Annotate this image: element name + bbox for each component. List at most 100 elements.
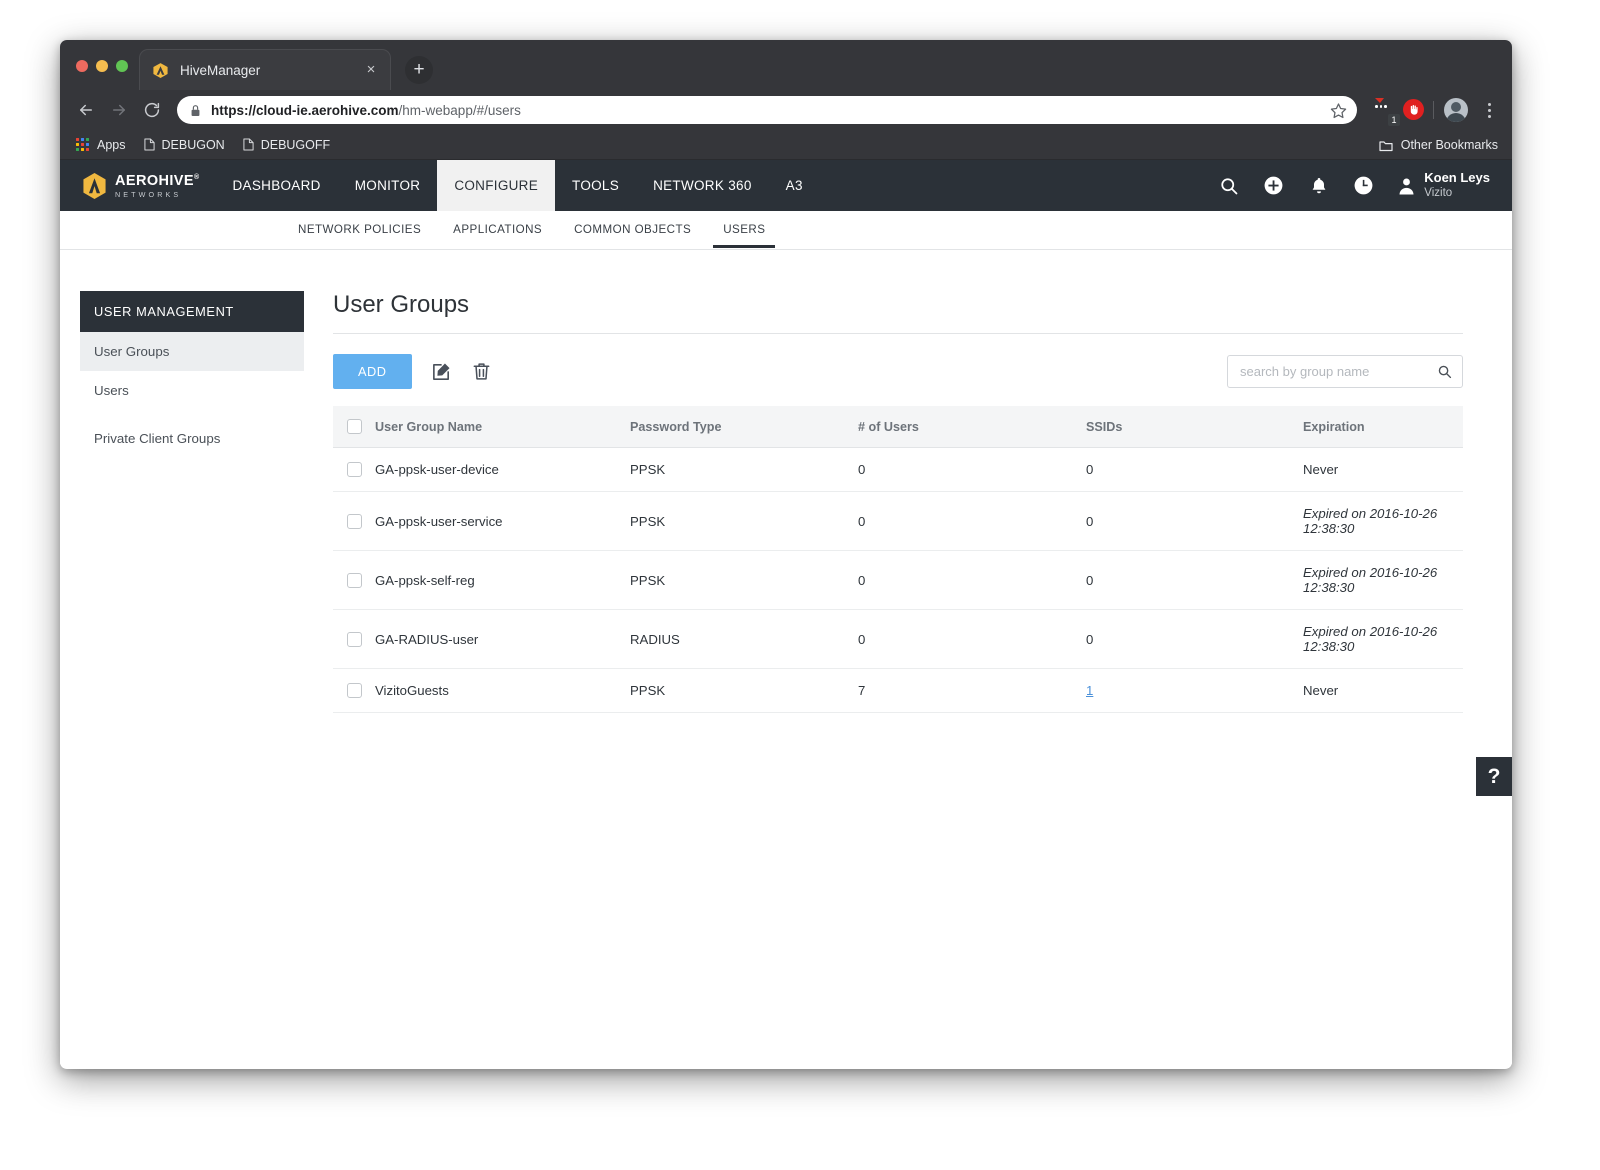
bookmark-label: DEBUGON	[162, 138, 225, 152]
sidebar: USER MANAGEMENT User Groups Users Privat…	[80, 291, 304, 713]
row-checkbox[interactable]	[347, 514, 362, 529]
nav-item-dashboard[interactable]: DASHBOARD	[216, 160, 338, 211]
cell-user-group-name: GA-ppsk-user-service	[375, 492, 630, 551]
row-checkbox[interactable]	[347, 632, 362, 647]
aerohive-logo[interactable]: AEROHIVE® NETWORKS	[60, 160, 216, 211]
cell-number-of-users: 0	[858, 551, 1086, 610]
other-bookmarks[interactable]: Other Bookmarks	[1379, 138, 1498, 152]
back-button[interactable]	[72, 96, 100, 124]
sidebar-item-user-groups[interactable]: User Groups	[80, 332, 304, 371]
cell-user-group-name: GA-RADIUS-user	[375, 610, 630, 669]
nav-item-configure[interactable]: CONFIGURE	[437, 160, 555, 211]
table-body: GA-ppsk-user-device PPSK 0 0 Never GA-pp…	[333, 448, 1463, 713]
extension-messages-icon[interactable]: 1	[1372, 99, 1394, 121]
toolbar-divider	[1433, 101, 1434, 119]
sidebar-item-private-client-groups[interactable]: Private Client Groups	[80, 419, 304, 458]
minimize-window-button[interactable]	[96, 60, 108, 72]
trash-icon[interactable]	[471, 361, 492, 382]
cell-password-type: PPSK	[630, 492, 858, 551]
cell-ssids: 0	[1086, 492, 1303, 551]
aerohive-hex-icon	[152, 62, 169, 79]
subnav-item-applications[interactable]: APPLICATIONS	[443, 212, 552, 248]
row-checkbox[interactable]	[347, 573, 362, 588]
edit-square-icon[interactable]	[431, 361, 452, 382]
bookmark-apps[interactable]: Apps	[76, 138, 126, 152]
column-ssids[interactable]: SSIDs	[1086, 406, 1303, 448]
nav-item-network360[interactable]: NETWORK 360	[636, 160, 769, 211]
close-tab-button[interactable]: ×	[362, 61, 380, 79]
user-avatar-icon	[1398, 177, 1415, 195]
search-box[interactable]	[1227, 355, 1463, 388]
new-tab-button[interactable]: +	[405, 56, 433, 84]
bookmark-star-icon[interactable]	[1330, 102, 1347, 119]
extension-adblock-icon[interactable]	[1403, 99, 1425, 121]
extension-badge-count: 1	[1388, 114, 1400, 126]
reload-button[interactable]	[138, 96, 166, 124]
other-bookmarks-label: Other Bookmarks	[1401, 138, 1498, 152]
select-all-checkbox[interactable]	[347, 419, 362, 434]
clock-icon[interactable]	[1353, 175, 1374, 196]
search-icon[interactable]	[1437, 364, 1452, 379]
app-top-navigation: AEROHIVE® NETWORKS DASHBOARD MONITOR CON…	[60, 160, 1512, 211]
plus-circle-icon[interactable]	[1263, 175, 1284, 196]
close-window-button[interactable]	[76, 60, 88, 72]
table-header-row: User Group Name Password Type # of Users…	[333, 406, 1463, 448]
user-menu[interactable]: Koen Leys Vizito	[1398, 170, 1490, 201]
profile-avatar[interactable]	[1444, 98, 1468, 122]
logo-main-text: AEROHIVE®	[115, 173, 200, 189]
nav-item-monitor[interactable]: MONITOR	[338, 160, 438, 211]
row-checkbox[interactable]	[347, 462, 362, 477]
table-row[interactable]: GA-ppsk-user-device PPSK 0 0 Never	[333, 448, 1463, 492]
table-row[interactable]: GA-ppsk-user-service PPSK 0 0 Expired on…	[333, 492, 1463, 551]
address-bar[interactable]: https://cloud-ie.aerohive.com/hm-webapp/…	[177, 96, 1357, 124]
subnav-item-network-policies[interactable]: NETWORK POLICIES	[288, 212, 431, 248]
column-number-of-users[interactable]: # of Users	[858, 406, 1086, 448]
row-checkbox[interactable]	[347, 683, 362, 698]
cell-ssids: 1	[1086, 669, 1303, 713]
cell-password-type: RADIUS	[630, 610, 858, 669]
row-select-cell	[333, 492, 375, 551]
cell-number-of-users: 0	[858, 448, 1086, 492]
search-icon[interactable]	[1218, 175, 1239, 196]
sidebar-heading: USER MANAGEMENT	[80, 291, 304, 332]
cell-expiration: Never	[1303, 669, 1463, 713]
app-nav-right: Koen Leys Vizito	[1218, 160, 1512, 211]
table-row[interactable]: GA-RADIUS-user RADIUS 0 0 Expired on 201…	[333, 610, 1463, 669]
subnav-item-common-objects[interactable]: COMMON OBJECTS	[564, 212, 701, 248]
bookmark-debugon[interactable]: DEBUGON	[144, 138, 225, 152]
cell-expiration: Never	[1303, 448, 1463, 492]
browser-tab-strip: HiveManager × +	[60, 40, 1512, 90]
table-row[interactable]: GA-ppsk-self-reg PPSK 0 0 Expired on 201…	[333, 551, 1463, 610]
url-domain: https://cloud-ie.aerohive.com	[211, 103, 399, 118]
action-toolbar: ADD	[333, 354, 1463, 389]
sidebar-item-users[interactable]: Users	[80, 371, 304, 410]
maximize-window-button[interactable]	[116, 60, 128, 72]
cell-password-type: PPSK	[630, 669, 858, 713]
cell-expiration: Expired on 2016-10-26 12:38:30	[1303, 492, 1463, 551]
cell-ssids: 0	[1086, 610, 1303, 669]
window-traffic-lights	[76, 60, 128, 72]
column-expiration[interactable]: Expiration	[1303, 406, 1463, 448]
nav-item-tools[interactable]: TOOLS	[555, 160, 636, 211]
column-password-type[interactable]: Password Type	[630, 406, 858, 448]
main-nav-items: DASHBOARD MONITOR CONFIGURE TOOLS NETWOR…	[216, 160, 820, 211]
cell-ssids: 0	[1086, 551, 1303, 610]
browser-tab-title: HiveManager	[180, 63, 362, 78]
bookmark-debugoff[interactable]: DEBUGOFF	[243, 138, 330, 152]
help-button[interactable]: ?	[1476, 757, 1512, 796]
bell-icon[interactable]	[1308, 175, 1329, 196]
cell-expiration: Expired on 2016-10-26 12:38:30	[1303, 551, 1463, 610]
add-button[interactable]: ADD	[333, 354, 412, 389]
subnav-item-users[interactable]: USERS	[713, 212, 775, 248]
table-row[interactable]: VizitoGuests PPSK 7 1 Never	[333, 669, 1463, 713]
user-name: Koen Leys	[1424, 170, 1490, 186]
ssid-link[interactable]: 1	[1086, 683, 1093, 698]
browser-menu-button[interactable]	[1478, 99, 1500, 121]
search-input[interactable]	[1240, 364, 1437, 379]
browser-tab[interactable]: HiveManager ×	[139, 49, 391, 90]
nav-item-a3[interactable]: A3	[769, 160, 820, 211]
hivemanager-app: AEROHIVE® NETWORKS DASHBOARD MONITOR CON…	[60, 160, 1512, 1068]
forward-button[interactable]	[105, 96, 133, 124]
column-user-group-name[interactable]: User Group Name	[375, 406, 630, 448]
app-body: USER MANAGEMENT User Groups Users Privat…	[60, 250, 1512, 713]
